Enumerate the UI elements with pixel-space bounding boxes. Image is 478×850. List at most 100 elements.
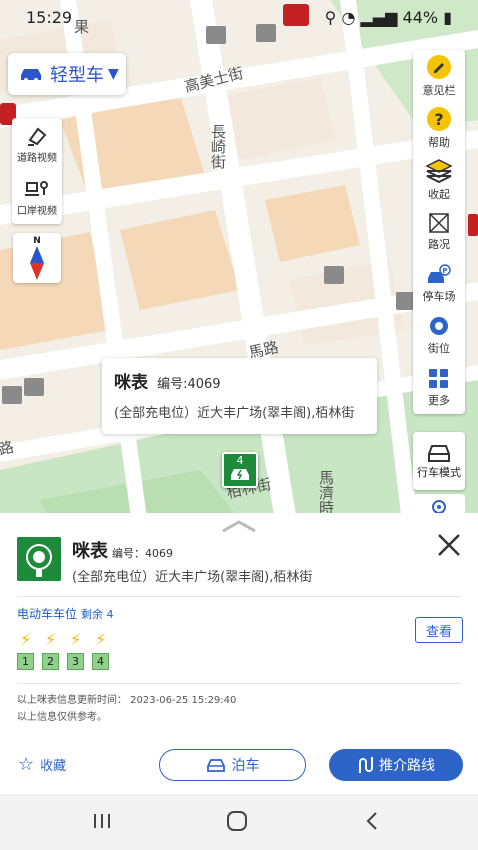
ev-slot: 4 [92,653,109,670]
update-note: 以上咪表信息更新时间： 2023-06-25 15:29:40 以上信息仅供参考… [17,692,236,726]
meter-detail-sheet: 咪表 编号：4069 (全部充电位）近大丰广场(翠丰阁),栢林街 电动车车位 剩余 … [0,513,478,794]
recent-apps-button[interactable] [82,808,122,834]
back-button[interactable] [352,808,392,834]
route-icon [359,757,373,773]
compass-icon [30,245,44,280]
bolt-icon: ⚡ [70,630,82,649]
street-parking-label: 街位 [428,342,450,355]
ev-spaces-remaining: 剩余 4 [81,608,114,621]
drive-mode-label: 行车模式 [417,466,461,479]
star-icon: ☆ [18,754,35,775]
traffic-button[interactable]: 路况 [413,206,465,258]
street-parking-button[interactable]: 街位 [413,310,465,362]
layers-icon [425,159,453,184]
route-label: 推介路线 [379,758,435,774]
parking-lot-label: 停车场 [422,290,456,303]
bolt-icon: ⚡ [95,630,107,649]
street-parking-icon [430,317,448,335]
park-button[interactable]: 泊车 [159,749,306,781]
car-front-icon [428,445,450,462]
back-icon [366,812,377,830]
more-button[interactable]: 更多 [413,362,465,414]
recommend-route-button[interactable]: 推介路线 [329,749,463,781]
road-video-button[interactable]: 道路视频 [12,118,62,171]
more-grid-icon [429,369,448,388]
traffic-icon [429,213,449,233]
sheet-meter-title: 咪表 编号：4069 [72,537,173,563]
parking-icon: P [428,264,451,283]
home-button[interactable] [217,808,257,834]
more-label: 更多 [428,394,450,407]
collapse-label: 收起 [428,188,450,201]
signal-icon: ▂▄▆ [360,8,398,27]
popup-meter-name: 咪表 [114,373,148,393]
street-label: 長崎街 [209,124,227,169]
border-camera-icon [25,180,48,196]
status-bar: 15:29 ⚲ ◔ ▂▄▆ 44% ▮ [0,0,478,34]
help-label: 帮助 [428,136,450,149]
chevron-down-icon: ▼ [108,66,119,82]
street-label: 馬濟時 [317,470,335,515]
sheet-meter-address: (全部充电位）近大丰广场(翠丰阁),栢林街 [72,570,313,585]
disclaimer-text: 以上信息仅供参考。 [17,712,107,723]
left-toolbar: 道路视频 口岸视频 [12,118,62,224]
feedback-icon [427,55,451,79]
favorite-label: 收藏 [40,759,67,774]
bolt-icon: ⚡ [20,630,32,649]
divider [17,596,461,597]
ev-spaces-title: 电动车车位 剩余 4 [17,605,114,622]
border-video-label: 口岸视频 [17,205,57,217]
help-button[interactable]: ? 帮助 [413,102,465,154]
sheet-meter-name: 咪表 [72,541,108,562]
ev-car-icon [231,469,249,480]
chevron-up-icon[interactable] [221,519,257,533]
status-time: 15:29 [26,8,73,27]
favorite-button[interactable]: ☆ 收藏 [18,754,66,775]
collapse-button[interactable]: 收起 [413,154,465,206]
svg-text:?: ? [434,110,443,129]
drive-mode-button[interactable]: 行车模式 [413,432,465,490]
system-nav-bar [0,794,478,850]
traffic-label: 路况 [428,238,450,251]
divider [17,683,461,684]
park-label: 泊车 [231,758,260,774]
car-icon [21,69,41,82]
svg-text:P: P [442,267,447,275]
ev-slot-list: 1 2 3 4 [17,653,117,670]
marker-count: 4 [236,454,244,467]
feedback-button[interactable]: 意见栏 [413,50,465,102]
ev-slot: 2 [42,653,59,670]
location-icon: ⚲ [324,8,337,27]
update-time-text: 以上咪表信息更新时间： 2023-06-25 15:29:40 [17,695,237,706]
bolt-icon: ⚡ [45,630,57,649]
meter-popup[interactable]: 咪表 编号:4069 (全部充电位）近大丰广场(翠丰阁),栢林街 [102,358,377,434]
road-video-label: 道路视频 [17,152,57,164]
compass-north-label: N [33,235,41,246]
view-button[interactable]: 查看 [415,617,463,643]
battery-level: 44% [402,8,439,27]
compass-button[interactable]: N [13,233,61,283]
charger-map-marker[interactable]: 4 [222,452,258,488]
status-icons: ⚲ ◔ ▂▄▆ 44% ▮ [325,8,452,27]
vehicle-type-select[interactable]: 轻型车 ▼ [8,53,126,95]
parking-meter-icon [17,537,61,581]
car-icon [206,759,225,772]
home-icon [227,811,247,831]
feedback-label: 意见栏 [422,84,456,97]
sheet-meter-code: 编号：4069 [112,547,173,560]
wifi-icon: ◔ [341,8,356,27]
road-video-icon [28,127,47,146]
vehicle-type-label: 轻型车 [50,65,104,86]
popup-meter-address: (全部充电位）近大丰广场(翠丰阁),栢林街 [114,406,355,421]
ev-slot: 1 [17,653,34,670]
popup-meter-code: 编号:4069 [157,377,221,392]
charging-bolts: ⚡ ⚡ ⚡ ⚡ [20,630,120,649]
help-icon: ? [427,107,451,131]
close-icon[interactable] [436,532,462,558]
right-toolbar: 意见栏 ? 帮助 收起 路况 P 停车场 街位 更多 [413,50,465,414]
parking-lot-button[interactable]: P 停车场 [413,258,465,310]
ev-spaces-label: 电动车车位 [17,607,78,621]
recent-apps-icon [94,814,110,828]
border-video-button[interactable]: 口岸视频 [12,171,62,224]
ev-slot: 3 [67,653,84,670]
